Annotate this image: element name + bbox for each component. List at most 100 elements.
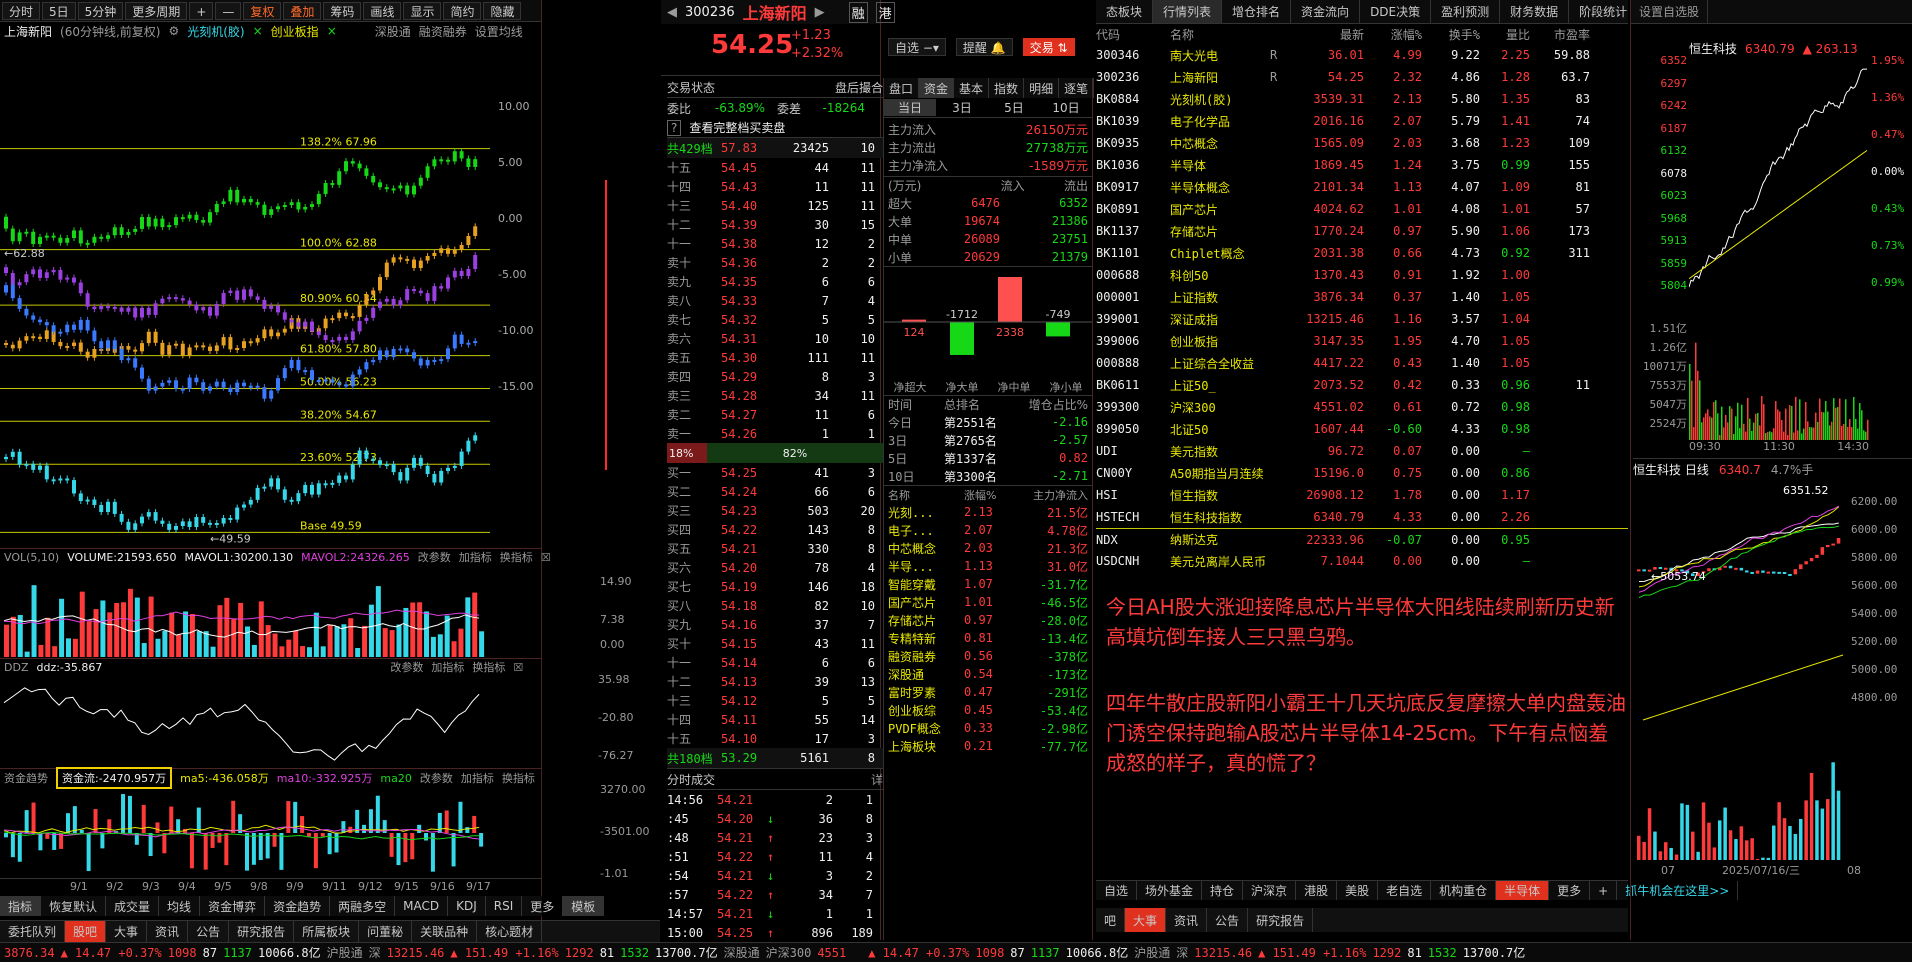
list-row[interactable]: 000688 科创50 1370.43 0.91 1.92 1.00 bbox=[1096, 264, 1628, 286]
list-row[interactable]: BK1101 Chiplet概念 2031.38 0.66 4.73 0.92 311 bbox=[1096, 242, 1628, 264]
list-row[interactable]: HSTECH 恒生科技指数 6340.79 4.33 0.00 2.26 bbox=[1096, 506, 1628, 528]
indicator-tab-0[interactable]: 指标 bbox=[0, 896, 42, 916]
group-tab-5[interactable]: 美股 bbox=[1337, 881, 1379, 900]
indicator-tab-10[interactable]: 更多 bbox=[522, 896, 564, 916]
funds-tab-2[interactable]: 基本 bbox=[954, 78, 990, 98]
fund-btn-0[interactable]: 改参数 bbox=[420, 770, 453, 786]
toolbar-btn-9[interactable]: 画线 bbox=[363, 1, 402, 20]
group-tab-7[interactable]: 机构重仓 bbox=[1431, 881, 1497, 900]
group-tab-1[interactable]: 场外基金 bbox=[1137, 881, 1203, 900]
group-tab-4[interactable]: 港股 bbox=[1296, 881, 1338, 900]
funds-period-2[interactable]: 5日 bbox=[988, 99, 1040, 116]
sector-row[interactable]: 光刻... 2.13 21.5亿 bbox=[888, 503, 1088, 521]
indicator-tab-5[interactable]: 资金趋势 bbox=[265, 896, 331, 916]
sector-row[interactable]: 深股通 0.54 -173亿 bbox=[888, 665, 1088, 683]
funds-tab-0[interactable]: 盘口 bbox=[884, 78, 920, 98]
list-tab-2[interactable]: 增仓排名 bbox=[1222, 0, 1292, 23]
prev-stock-icon[interactable]: ◀ bbox=[667, 5, 677, 20]
news-tab-1[interactable]: 大事 bbox=[1125, 908, 1167, 932]
news-tab-3[interactable]: 公告 bbox=[1207, 908, 1249, 932]
funds-period-1[interactable]: 3日 bbox=[936, 99, 988, 116]
funds-tab-3[interactable]: 指数 bbox=[989, 78, 1025, 98]
toolbar-btn-10[interactable]: 显示 bbox=[403, 1, 442, 20]
close-icon[interactable]: ☒ bbox=[513, 661, 523, 674]
list-row[interactable]: HSI 恒生指数 26908.12 1.78 0.00 1.17 bbox=[1096, 484, 1628, 506]
funds-period-3[interactable]: 10日 bbox=[1040, 99, 1092, 116]
list-header-7[interactable]: 市盈率 bbox=[1530, 26, 1590, 43]
indicator-tab-4[interactable]: 资金博弈 bbox=[200, 896, 266, 916]
link-2[interactable]: 设置均线 bbox=[475, 23, 523, 40]
list-row[interactable]: BK1039 电子化学品 2016.16 2.07 5.79 1.41 74 bbox=[1096, 110, 1628, 132]
ddz-btn-1[interactable]: 加指标 bbox=[431, 659, 464, 675]
nav-tab-4[interactable]: 公告 bbox=[188, 921, 230, 942]
list-header-4[interactable]: 涨幅% bbox=[1364, 26, 1422, 43]
funds-period-0[interactable]: 当日 bbox=[884, 99, 936, 116]
list-row[interactable]: 000888 上证综合全收益 4417.22 0.43 1.40 1.05 bbox=[1096, 352, 1628, 374]
settings-link[interactable]: 设置自选股 bbox=[1631, 0, 1709, 23]
group-tab-10[interactable]: + bbox=[1590, 881, 1618, 900]
indicator-1[interactable]: 光刻机(胶) bbox=[187, 23, 244, 40]
list-row[interactable]: 399006 创业板指 3147.35 1.95 4.70 1.05 bbox=[1096, 330, 1628, 352]
list-header-0[interactable]: 代码 bbox=[1096, 26, 1170, 43]
list-row[interactable]: BK0611 上证50_ 2073.52 0.42 0.33 0.96 11 bbox=[1096, 374, 1628, 396]
nav-tab-3[interactable]: 资讯 bbox=[147, 921, 189, 942]
link-1[interactable]: 融资融券 bbox=[419, 23, 467, 40]
list-row[interactable]: 899050 北证50 1607.44 -0.60 4.33 0.98 bbox=[1096, 418, 1628, 440]
sector-row[interactable]: 创业板综 0.45 -53.4亿 bbox=[888, 701, 1088, 719]
list-tab-1[interactable]: 行情列表 bbox=[1153, 0, 1223, 23]
group-tab-3[interactable]: 沪深京 bbox=[1243, 881, 1297, 900]
ticks-more[interactable]: 详 bbox=[871, 771, 883, 788]
list-tab-6[interactable]: 财务数据 bbox=[1500, 0, 1570, 23]
next-stock-icon[interactable]: ▶ bbox=[815, 5, 825, 20]
list-row[interactable]: 399300 沪深300 4551.02 0.61 0.72 0.98 bbox=[1096, 396, 1628, 418]
list-row[interactable]: BK0917 半导体概念 2101.34 1.13 4.07 1.09 81 bbox=[1096, 176, 1628, 198]
group-tab-0[interactable]: 自选 bbox=[1096, 881, 1138, 900]
watchlist-button[interactable]: 自选 −▾ bbox=[888, 38, 946, 56]
list-row[interactable]: UDI 美元指数 96.72 0.07 0.00— bbox=[1096, 440, 1628, 462]
news-tab-0[interactable]: 吧 bbox=[1096, 908, 1126, 932]
sector-row[interactable]: 中芯概念 2.03 21.3亿 bbox=[888, 539, 1088, 557]
toolbar-btn-3[interactable]: 更多周期 bbox=[125, 1, 188, 20]
list-row[interactable]: 000001 上证指数 3876.34 0.37 1.40 1.05 bbox=[1096, 286, 1628, 308]
indicator-tab-2[interactable]: 成交量 bbox=[106, 896, 160, 916]
list-row[interactable]: 300346 南大光电 R 36.01 4.99 9.22 2.25 59.88 bbox=[1096, 44, 1628, 66]
vol-btn-0[interactable]: 改参数 bbox=[418, 549, 451, 565]
nav-tab-0[interactable]: 委托队列 bbox=[0, 921, 66, 942]
ddz-btn-0[interactable]: 改参数 bbox=[390, 659, 423, 675]
indicator-tab-8[interactable]: KDJ bbox=[448, 896, 486, 916]
news-tab-4[interactable]: 研究报告 bbox=[1248, 908, 1314, 932]
toolbar-btn-2[interactable]: 5分钟 bbox=[77, 1, 124, 20]
sector-row[interactable]: PVDF概念 0.33 -2.98亿 bbox=[888, 719, 1088, 737]
sector-row[interactable]: 上海板块 0.21 -77.7亿 bbox=[888, 737, 1088, 755]
toolbar-btn-0[interactable]: 分时 bbox=[2, 1, 41, 20]
sector-row[interactable]: 富时罗素 0.47 -291亿 bbox=[888, 683, 1088, 701]
toolbar-btn-12[interactable]: 隐藏 bbox=[483, 1, 522, 20]
group-tab-2[interactable]: 持仓 bbox=[1202, 881, 1244, 900]
nav-tab-7[interactable]: 问董秘 bbox=[359, 921, 413, 942]
indicator-tab-9[interactable]: RSI bbox=[486, 896, 523, 916]
list-row[interactable]: BK1036 半导体 1869.45 1.24 3.75 0.99 155 bbox=[1096, 154, 1628, 176]
indicator-2[interactable]: 创业板指 bbox=[271, 23, 319, 40]
vol-btn-1[interactable]: 加指标 bbox=[459, 549, 492, 565]
full-orderbook-link[interactable]: 查看完整档买卖盘 bbox=[689, 119, 785, 136]
toolbar-btn-11[interactable]: 简约 bbox=[443, 1, 482, 20]
link-0[interactable]: 深股通 bbox=[375, 23, 411, 40]
list-tab-0[interactable]: 态板块 bbox=[1096, 0, 1154, 23]
list-header-3[interactable]: 最新 bbox=[1290, 26, 1364, 43]
list-row[interactable]: 399001 深证成指 13215.46 1.16 3.57 1.04 bbox=[1096, 308, 1628, 330]
nav-tab-2[interactable]: 大事 bbox=[106, 921, 148, 942]
funds-tab-5[interactable]: 逐笔 bbox=[1059, 78, 1095, 98]
close-icon[interactable]: ☒ bbox=[541, 551, 551, 564]
indicator-tab-3[interactable]: 均线 bbox=[159, 896, 201, 916]
vol-btn-2[interactable]: 换指标 bbox=[500, 549, 533, 565]
toolbar-btn-5[interactable]: — bbox=[215, 1, 242, 20]
sector-row[interactable]: 专精特新 0.81 -13.4亿 bbox=[888, 629, 1088, 647]
list-row[interactable]: NDX 纳斯达克 22333.96 -0.07 0.00 0.95 bbox=[1096, 528, 1628, 550]
list-row[interactable]: USDCNH 美元兑离岸人民币 7.1044 0.00 0.00— bbox=[1096, 550, 1628, 572]
group-tab-6[interactable]: 老自选 bbox=[1378, 881, 1432, 900]
indicator-tab-6[interactable]: 两融多空 bbox=[330, 896, 396, 916]
group-tab-8[interactable]: 半导体 bbox=[1496, 881, 1550, 900]
sector-row[interactable]: 半导... 1.13 31.0亿 bbox=[888, 557, 1088, 575]
trade-button[interactable]: 交易 ⇅ bbox=[1022, 38, 1075, 56]
list-tab-4[interactable]: DDE决策 bbox=[1360, 0, 1432, 23]
